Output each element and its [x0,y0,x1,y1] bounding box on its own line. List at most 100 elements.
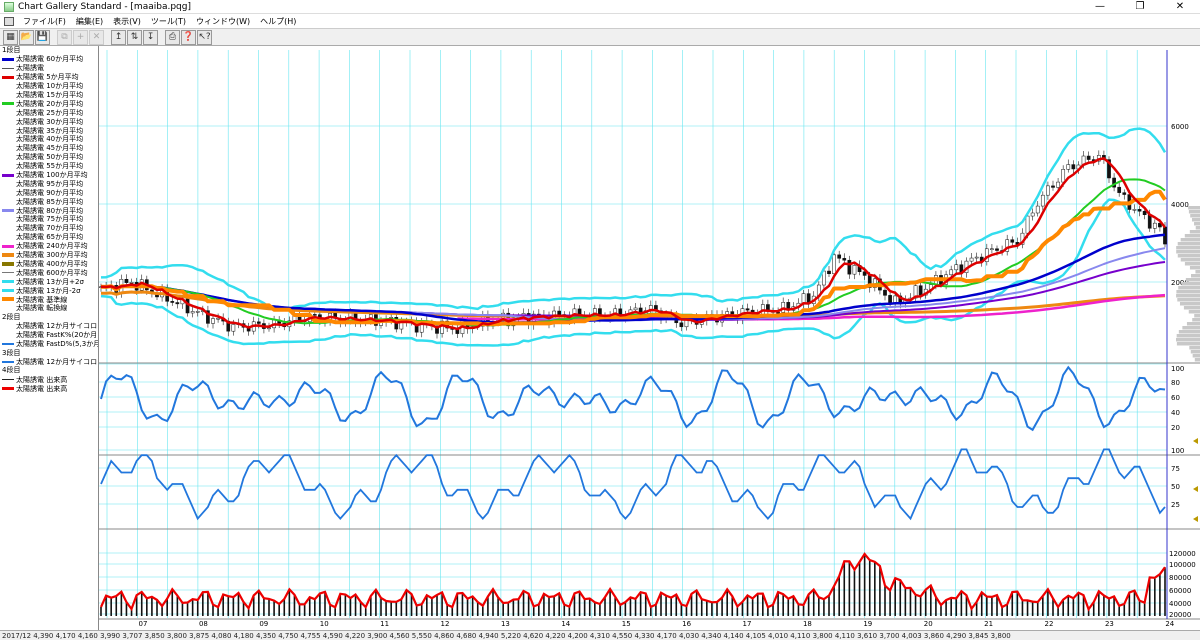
legend-item[interactable]: 太陽誘電 240か月平均 [0,242,98,251]
legend-label: 太陽誘電 400か月平均 [16,259,88,268]
legend-swatch [2,209,14,213]
price-histogram-bar [1188,310,1200,314]
legend-item[interactable]: 太陽誘電 400か月平均 [0,259,98,268]
legend-item[interactable]: 太陽誘電 100か月平均 [0,171,98,180]
legend-item[interactable]: 太陽誘電 13か月-2σ [0,286,98,295]
open-button[interactable]: 📂 [19,29,34,45]
maximize-button[interactable]: ❐ [1120,0,1160,14]
candle-body [129,282,134,284]
price-histogram-bar [1192,318,1200,322]
menu-view[interactable]: 表示(V) [108,16,146,27]
oscillator-axis-label: 80 [1171,379,1180,387]
legend-item[interactable]: 太陽誘電 10か月平均 [0,82,98,91]
cut-button[interactable]: ✕ [89,29,104,45]
legend-item[interactable]: 太陽誘電 転換線 [0,304,98,313]
legend-item[interactable]: 太陽誘電 65か月平均 [0,233,98,242]
candle-body [1030,212,1035,217]
menu-file[interactable]: ファイル(F) [18,16,71,27]
legend-item[interactable]: 太陽誘電 90か月平均 [0,188,98,197]
legend-item[interactable]: 太陽誘電 75か月平均 [0,215,98,224]
legend-item[interactable]: 太陽誘電 12か月サイコロ [0,322,98,331]
crosshair-button[interactable]: + [73,29,88,45]
x-axis-label: 08 [199,620,208,628]
legend-label: 太陽誘電 70か月平均 [16,224,84,233]
candle-body [918,285,923,296]
legend-label: 太陽誘電 75か月平均 [16,215,84,224]
legend-label: 太陽誘電 600か月平均 [16,268,88,277]
psychological-line [100,448,1166,521]
info-button[interactable]: ❓ [181,29,196,45]
legend-item[interactable]: 太陽誘電 FastD%(5,3か月 [0,340,98,349]
legend-label: 太陽誘電 12か月サイコロ [16,357,98,366]
legend-item[interactable]: 太陽誘電 600か月平均 [0,268,98,277]
legend-swatch [2,325,14,328]
legend-item[interactable]: 太陽誘電 45か月平均 [0,144,98,153]
legend-item[interactable]: 太陽誘電 出来高 [0,375,98,384]
menu-tools[interactable]: ツール(T) [146,16,191,27]
legend-item[interactable]: 太陽誘電 5か月平均 [0,73,98,82]
print-button[interactable]: ⎙ [165,29,180,45]
legend-label: 太陽誘電 5か月平均 [16,73,79,82]
legend-item[interactable]: 太陽誘電 300か月平均 [0,251,98,260]
legend-item[interactable]: 太陽誘電 80か月平均 [0,206,98,215]
x-axis-label: 19 [863,620,872,628]
legend-item[interactable]: 太陽誘電 95か月平均 [0,179,98,188]
window-controls: — ❐ ✕ [1080,0,1200,14]
x-axis-label: 10 [320,620,329,628]
fall-button[interactable]: ↧ [143,29,158,45]
legend-label: 太陽誘電 13か月+2σ [16,277,84,286]
document-icon[interactable] [4,16,14,26]
price-histogram-bar [1176,246,1200,250]
menu-help[interactable]: ヘルプ(H) [255,16,301,27]
legend-item[interactable]: 太陽誘電 55か月平均 [0,162,98,171]
save-button[interactable]: 💾 [35,29,50,45]
x-axis-label: 15 [622,620,631,628]
stock-chart[interactable]: 6000400020001008060402010075502512000010… [99,46,1200,630]
legend-item[interactable]: 太陽誘電 35か月平均 [0,126,98,135]
close-button[interactable]: ✕ [1160,0,1200,14]
x-axis-label: 20 [924,620,933,628]
range-button[interactable]: ⇅ [127,29,142,45]
legend-item[interactable]: 太陽誘電 出来高 [0,384,98,393]
chart-area[interactable]: 6000 4000 2000 100 80 60 40 20 100 75 50 25 120000 10… [99,46,1200,630]
price-histogram-bar [1189,346,1200,350]
price-histogram-bar [1184,262,1200,266]
legend-item[interactable]: 太陽誘電 40か月平均 [0,135,98,144]
legend-item[interactable]: 太陽誘電 15か月平均 [0,91,98,100]
menu-bar: ファイル(F) 編集(E) 表示(V) ツール(T) ウィンドウ(W) ヘルプ(… [0,14,1200,28]
legend-item[interactable]: 太陽誘電 25か月平均 [0,108,98,117]
whatsthis-button[interactable]: ↖? [197,29,212,45]
oscillator-axis-label: 20 [1171,424,1180,432]
chart-button[interactable]: ▦ [3,29,18,45]
legend-item[interactable]: 太陽誘電 70か月平均 [0,224,98,233]
legend-label: 太陽誘電 12か月サイコロ [16,322,98,331]
candle-body [1117,186,1122,193]
pane-marker-icon [1193,486,1198,492]
legend-item[interactable]: 太陽誘電 13か月+2σ [0,277,98,286]
legend-item[interactable]: 太陽誘電 85か月平均 [0,197,98,206]
legend-item[interactable]: 太陽誘電 基準線 [0,295,98,304]
legend-swatch [2,236,14,239]
legend-item[interactable]: 太陽誘電 FastK%(20か月 [0,331,98,340]
candle-body [725,311,730,315]
legend-item[interactable]: 太陽誘電 30か月平均 [0,117,98,126]
legend-label: 太陽誘電 転換線 [16,304,68,313]
volume-axis-label: 80000 [1169,574,1191,582]
minimize-button[interactable]: — [1080,0,1120,14]
rise-button[interactable]: ↥ [111,29,126,45]
legend-label: 太陽誘電 [16,64,44,73]
legend-item[interactable]: 太陽誘電 [0,64,98,73]
price-histogram-bar [1188,206,1200,210]
legend-swatch [2,379,14,381]
legend-label: 太陽誘電 出来高 [16,384,68,393]
legend-item[interactable]: 太陽誘電 50か月平均 [0,153,98,162]
legend-item[interactable]: 太陽誘電 60か月平均 [0,55,98,64]
candle-body [633,307,638,311]
legend-swatch [2,360,14,363]
menu-window[interactable]: ウィンドウ(W) [191,16,255,27]
copy-button[interactable]: ⧉ [57,29,72,45]
menu-edit[interactable]: 編集(E) [71,16,108,27]
price-histogram-bar [1178,330,1200,334]
legend-item[interactable]: 太陽誘電 20か月平均 [0,99,98,108]
legend-swatch [2,289,14,293]
